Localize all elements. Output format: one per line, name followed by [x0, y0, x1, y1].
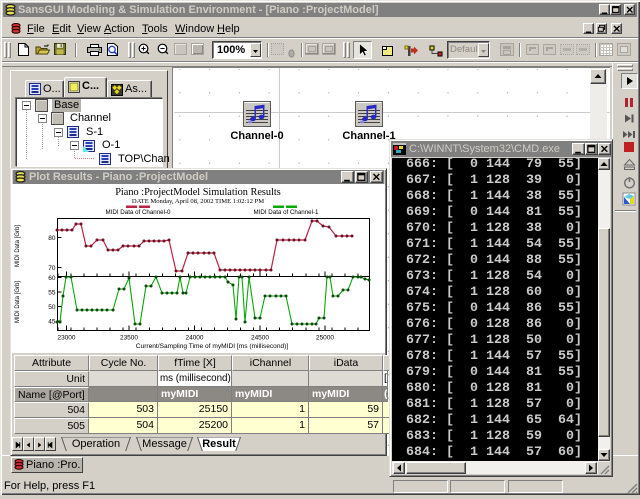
svg-text:24000: 24000 — [185, 335, 203, 342]
svg-text:70: 70 — [48, 265, 56, 272]
svg-text:23000: 23000 — [57, 335, 75, 342]
svg-text:MIDI Data [Grb]: MIDI Data [Grb] — [15, 281, 21, 323]
svg-text:MIDI Data [Grb]: MIDI Data [Grb] — [15, 225, 21, 267]
svg-text:80: 80 — [48, 235, 56, 242]
svg-text:Piano :ProjectModel Simulation: Piano :ProjectModel Simulation Results — [115, 187, 281, 198]
svg-text:55: 55 — [48, 290, 56, 297]
svg-text:Current/Sampling Time of myMID: Current/Sampling Time of myMIDI [ms (mil… — [136, 343, 289, 350]
svg-text:MIDI Data of Channel-0: MIDI Data of Channel-0 — [106, 209, 172, 216]
svg-text:25000: 25000 — [316, 335, 334, 342]
svg-text:DATE Monday, April 08, 2002 T: DATE Monday, April 08, 2002 TIME 1:02:12… — [132, 198, 264, 205]
svg-text:45: 45 — [48, 319, 56, 326]
svg-text:60: 60 — [48, 275, 56, 282]
svg-text:23500: 23500 — [120, 335, 138, 342]
svg-text:24500: 24500 — [251, 335, 269, 342]
svg-text:MIDI Data of Channel-1: MIDI Data of Channel-1 — [254, 209, 320, 216]
svg-text:50: 50 — [48, 304, 56, 311]
